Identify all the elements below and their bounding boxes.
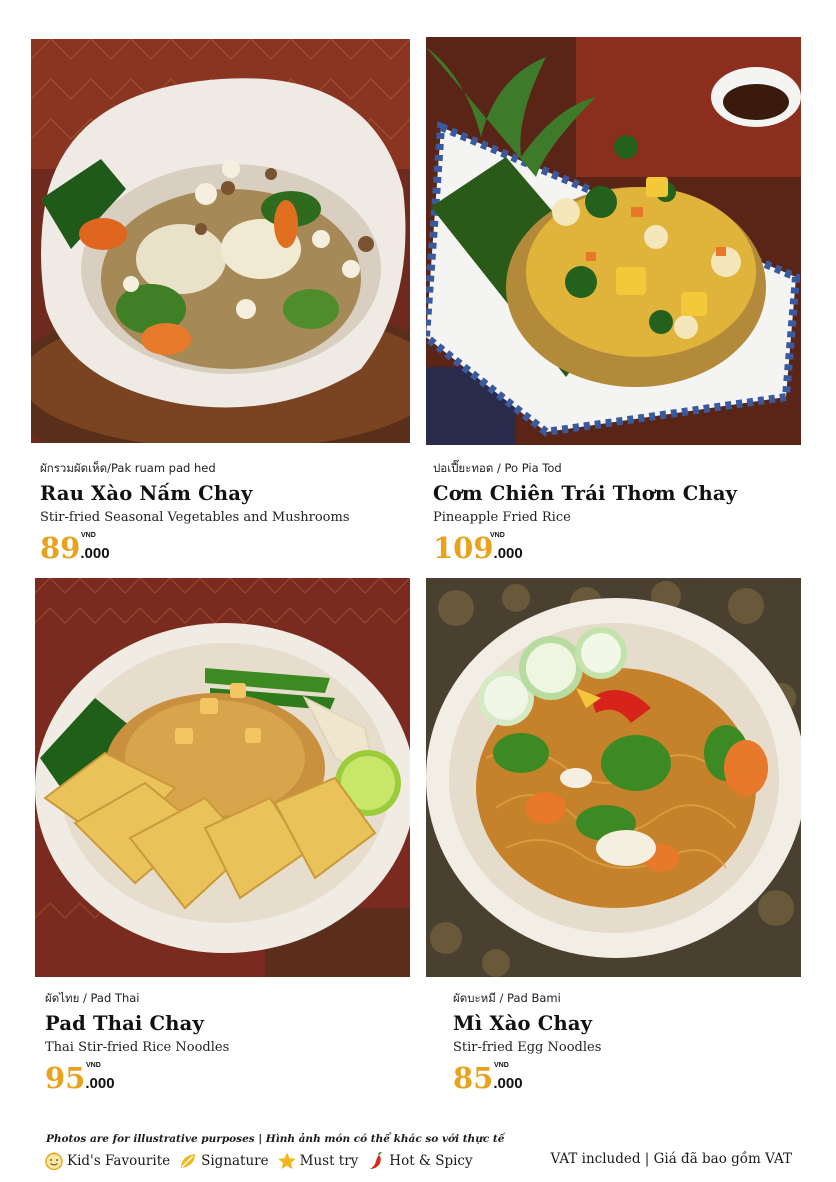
price-main: 89 <box>40 531 81 565</box>
item-thai-name: ปอเปี๊ยะทอด / Po Pia Tod <box>433 461 562 475</box>
price-thousands: .000 <box>80 545 110 562</box>
price-thousands: .000 <box>493 545 523 562</box>
price-main: 95 <box>45 1061 86 1095</box>
legend-kids-favourite: Kid's Favourite <box>44 1151 170 1171</box>
price-main: 109 <box>433 531 494 565</box>
item-description: Thai Stir-fried Rice Noodles <box>45 1040 230 1055</box>
item-price: 109.000 VND <box>433 531 737 565</box>
dish-photo-vegetables-mushrooms <box>31 39 410 443</box>
item-thai-name: ผัดไทย / Pad Thai <box>45 991 140 1005</box>
item-name: Rau Xào Nấm Chay <box>40 482 253 505</box>
item-name: Cơm Chiên Trái Thơm Chay <box>433 482 738 505</box>
kids-favourite-icon <box>45 1152 63 1171</box>
item-price: 85.000 VND <box>453 1061 601 1095</box>
price-thousands: .000 <box>85 1075 115 1092</box>
legend-label: Kid's Favourite <box>67 1153 171 1169</box>
item-name: Pad Thai Chay <box>45 1012 204 1035</box>
price-currency: VND <box>86 1062 101 1069</box>
price-thousands: .000 <box>493 1075 523 1092</box>
legend: Kid's Favourite Signature Must try Hot &… <box>44 1150 481 1172</box>
legend-signature: Signature <box>178 1151 269 1171</box>
item-description: Pineapple Fried Rice <box>433 510 571 525</box>
dish-photo-pineapple-fried-rice <box>426 37 801 445</box>
item-description: Stir-fried Egg Noodles <box>453 1040 602 1055</box>
price-currency: VND <box>490 532 505 539</box>
signature-leaf-icon <box>181 1154 196 1168</box>
dish-photo-stir-fried-noodles <box>426 578 801 977</box>
item-thai-name: ผักรวมผัดเห็ด/Pak ruam pad hed <box>40 461 216 475</box>
legend-label: Signature <box>201 1153 269 1169</box>
price-currency: VND <box>81 532 96 539</box>
price-currency: VND <box>494 1062 509 1069</box>
item-description: Stir-fried Seasonal Vegetables and Mushr… <box>40 510 350 525</box>
legend-label: Hot & Spicy <box>389 1153 473 1169</box>
item-thai-name: ผัดบะหมี / Pad Bami <box>453 991 561 1005</box>
vat-note: VAT included | Giá đã bao gồm VAT <box>550 1151 792 1167</box>
dish-photo-pad-thai <box>35 578 410 977</box>
item-name: Mì Xào Chay <box>453 1012 593 1035</box>
legend-label: Must try <box>299 1153 359 1169</box>
chili-icon <box>370 1151 382 1169</box>
item-price: 95.000 VND <box>45 1061 229 1095</box>
price-main: 85 <box>453 1061 494 1095</box>
star-icon <box>277 1152 296 1169</box>
disclaimer-note: Photos are for illustrative purposes | H… <box>46 1133 505 1145</box>
menu-item-vegetables-mushrooms: ผักรวมผัดเห็ด/Pak ruam pad hed Rau Xào N… <box>40 460 350 565</box>
legend-hot-spicy: Hot & Spicy <box>366 1151 473 1171</box>
menu-item-pad-thai: ผัดไทย / Pad Thai Pad Thai Chay Thai Sti… <box>45 990 229 1095</box>
legend-must-try: Must try <box>277 1151 359 1171</box>
menu-item-stir-fried-noodles: ผัดบะหมี / Pad Bami Mì Xào Chay Stir-fri… <box>453 990 601 1095</box>
menu-item-pineapple-fried-rice: ปอเปี๊ยะทอด / Po Pia Tod Cơm Chiên Trái … <box>433 460 737 565</box>
item-price: 89.000 VND <box>40 531 350 565</box>
